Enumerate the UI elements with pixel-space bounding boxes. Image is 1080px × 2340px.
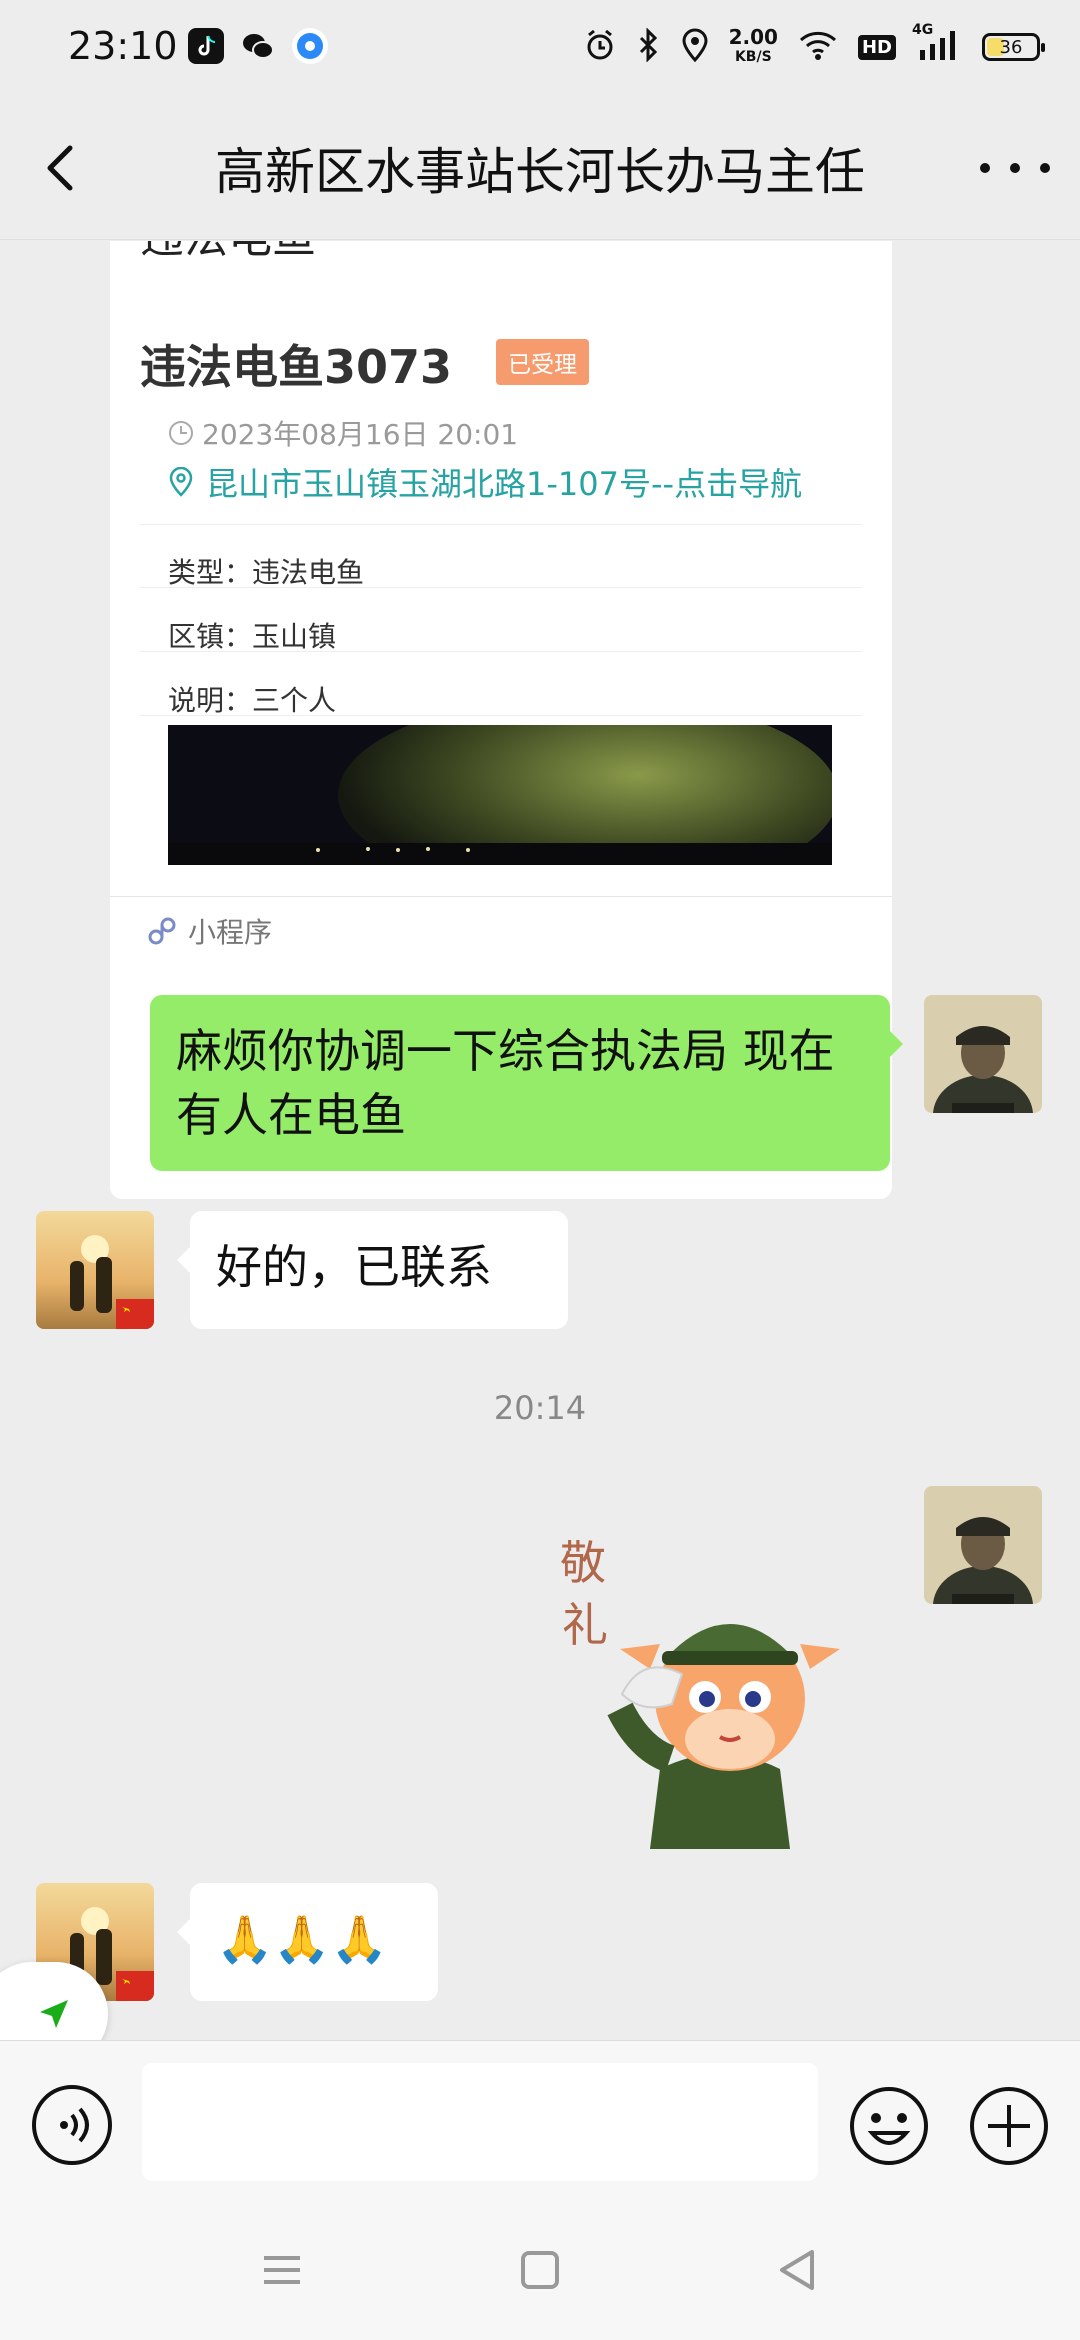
message-input[interactable] (142, 2063, 818, 2181)
voice-button[interactable] (32, 2085, 112, 2165)
bubble-tail (177, 1246, 191, 1274)
chevron-left-icon (47, 145, 73, 191)
chat-title: 高新区水事站长河长办马主任 (215, 143, 865, 201)
case-time-text: 2023年08月16日 20:01 (202, 418, 519, 451)
more-functions-button[interactable] (968, 2085, 1050, 2167)
divider (110, 896, 892, 897)
address-text: 昆山市玉山镇玉湖北路1-107号--点击导航 (206, 465, 803, 503)
case-title: 违法电鱼3073 (140, 340, 453, 394)
navigation-arrow-icon (40, 2000, 68, 2028)
case-time: 2023年08月16日 20:01 (168, 413, 518, 453)
navigation-link[interactable]: 昆山市玉山镇玉湖北路1-107号--点击导航 (168, 459, 802, 505)
message-bubble-other[interactable]: 🙏🙏🙏 (190, 1883, 438, 2001)
status-time: 23:10 (68, 24, 178, 68)
alarm-icon (583, 28, 617, 66)
battery-level: 36 (999, 36, 1023, 58)
battery-icon: 36 (982, 33, 1045, 61)
signal-icon: 4G (912, 22, 962, 66)
tiktok-icon (188, 28, 224, 64)
divider (140, 715, 862, 716)
location-pin-icon (169, 467, 193, 497)
mini-program-text: 小程序 (188, 916, 273, 949)
system-nav-bar (0, 2190, 1080, 2340)
chat-header: 高新区水事站长河长办马主任 (0, 96, 1080, 240)
evidence-photo[interactable] (168, 725, 832, 865)
home-square-icon (521, 2251, 559, 2289)
location-icon (681, 28, 709, 66)
emoji-button[interactable] (848, 2085, 930, 2167)
divider (140, 651, 862, 652)
field-district: 区镇：玉山镇 (168, 620, 337, 653)
more-dot-icon (1040, 163, 1050, 173)
my-avatar[interactable] (924, 995, 1042, 1113)
input-bar (0, 2040, 1080, 2190)
message-timestamp: 20:14 (493, 1389, 587, 1427)
message-text: 麻烦你协调一下综合执法局 现在有人在电鱼 (176, 1024, 835, 1142)
divider (140, 587, 862, 588)
wifi-icon (798, 29, 838, 65)
my-avatar[interactable] (924, 1486, 1042, 1604)
sticker-text-2: 礼 (562, 1598, 608, 1652)
chat-area[interactable]: 违法电鱼 违法电鱼3073 已受理 2023年08月16日 20:01 昆山市玉… (0, 241, 1080, 2041)
mini-program-icon (148, 917, 176, 945)
status-badge: 已受理 (496, 339, 589, 385)
more-options-button[interactable] (980, 156, 1050, 180)
menu-nav-button[interactable] (252, 2240, 312, 2300)
message-bubble-me[interactable]: 麻烦你协调一下综合执法局 现在有人在电鱼 (150, 995, 890, 1171)
more-dot-icon (1010, 163, 1020, 173)
contact-avatar[interactable] (36, 1211, 154, 1329)
back-button[interactable] (36, 140, 92, 196)
network-type: 4G (912, 22, 934, 38)
sticker-text-1: 敬 (560, 1536, 606, 1590)
card-cutoff-heading: 违法电鱼 (140, 241, 316, 265)
home-nav-button[interactable] (510, 2240, 570, 2300)
field-type: 类型：违法电鱼 (168, 556, 365, 589)
bubble-tail (889, 1030, 903, 1058)
hd-indicator: HD (857, 34, 896, 60)
clock-icon (169, 421, 193, 445)
field-description: 说明：三个人 (168, 684, 337, 717)
message-text: 🙏🙏🙏 (216, 1912, 388, 1966)
back-triangle-icon (780, 2250, 814, 2290)
bubble-tail (177, 1918, 191, 1946)
wechat-icon (240, 28, 276, 64)
message-bubble-other[interactable]: 好的，已联系 (190, 1211, 568, 1329)
voice-icon (60, 2107, 89, 2143)
menu-icon (264, 2256, 300, 2284)
back-nav-button[interactable] (768, 2240, 828, 2300)
mini-program-label: 小程序 (146, 911, 272, 951)
bluetooth-icon (637, 27, 661, 66)
status-indicators: 2.00 KB/S HD 4G 36 (583, 22, 1045, 72)
network-speed: 2.00 KB/S (728, 25, 778, 65)
divider (140, 524, 862, 525)
more-dot-icon (980, 163, 990, 173)
status-bar: 23:10 2.00 KB/S HD 4G 36 (0, 0, 1080, 96)
salute-sticker[interactable]: 敬 礼 (550, 1519, 870, 1849)
browser-icon (292, 28, 328, 64)
message-text: 好的，已联系 (216, 1240, 492, 1294)
smiley-icon (850, 2087, 928, 2165)
plus-circle-icon (970, 2087, 1048, 2165)
